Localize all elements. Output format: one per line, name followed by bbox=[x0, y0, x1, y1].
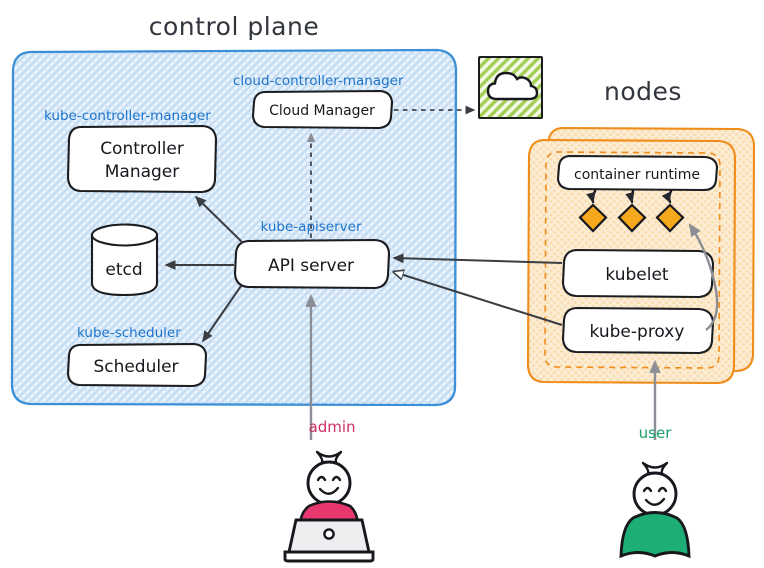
label-kube-controller-manager: kube-controller-manager bbox=[44, 108, 211, 124]
kubelet-label: kubelet bbox=[605, 265, 669, 285]
user-label: user bbox=[639, 424, 673, 442]
controller-manager-label-line2: Manager bbox=[105, 162, 180, 182]
etcd-label: etcd bbox=[105, 260, 142, 280]
control-plane-title: control plane bbox=[149, 12, 319, 41]
admin-label: admin bbox=[309, 418, 356, 436]
scheduler-label: Scheduler bbox=[93, 357, 178, 377]
api-server-label: API server bbox=[268, 256, 354, 276]
controller-manager-label-line1: Controller bbox=[100, 139, 184, 159]
container-runtime-label: container runtime bbox=[574, 167, 700, 183]
user-body bbox=[619, 511, 691, 559]
cloud-provider-icon bbox=[478, 56, 543, 119]
label-kube-scheduler: kube-scheduler bbox=[77, 325, 181, 341]
admin-laptop-base bbox=[283, 550, 375, 563]
label-cloud-controller-manager: cloud-controller-manager bbox=[233, 73, 404, 89]
diagram-canvas: control plane nodes kube-controller-mana… bbox=[0, 0, 764, 568]
nodes-title: nodes bbox=[604, 77, 682, 106]
user-figure bbox=[619, 461, 691, 559]
label-kube-apiserver: kube-apiserver bbox=[260, 219, 361, 235]
pod-group bbox=[578, 203, 685, 233]
kube-proxy-label: kube-proxy bbox=[590, 322, 685, 342]
cloud-manager-label: Cloud Manager bbox=[269, 103, 375, 119]
controller-manager-box[interactable] bbox=[66, 124, 218, 194]
admin-figure bbox=[283, 450, 375, 563]
